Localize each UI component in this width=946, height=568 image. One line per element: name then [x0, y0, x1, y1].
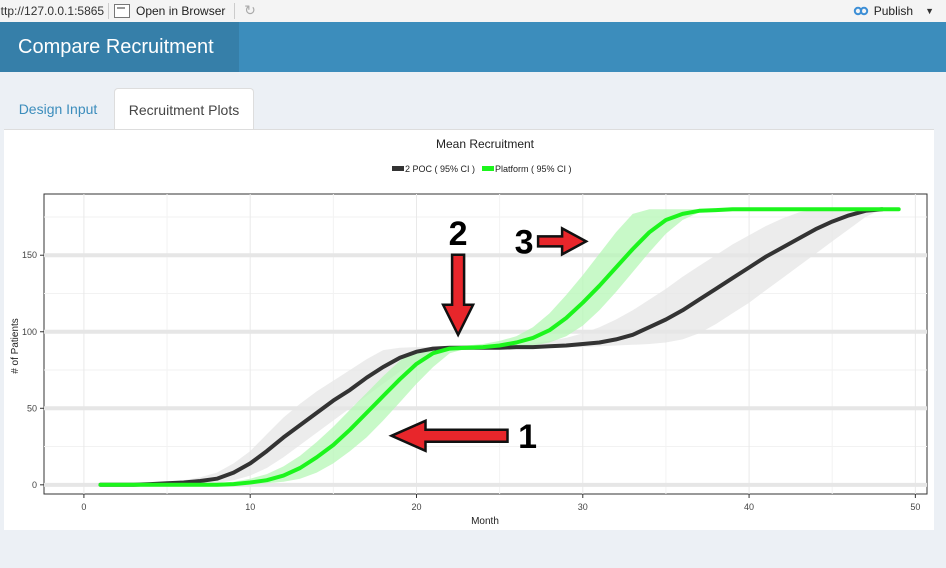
annotation-number-1: 1	[518, 418, 537, 456]
tab-design-input[interactable]: Design Input	[6, 88, 110, 130]
chart-legend: 2 POC ( 95% CI ) Platform ( 95% CI )	[392, 164, 572, 174]
y-axis-label: # of Patients	[10, 318, 21, 374]
legend-swatch-series-2	[482, 166, 494, 171]
app-header: Compare Recruitment	[0, 22, 946, 72]
x-tick-label: 40	[744, 502, 754, 512]
chevron-down-icon[interactable]: ▼	[925, 6, 934, 16]
y-tick-label: 0	[32, 480, 37, 490]
publish-icon	[853, 6, 868, 16]
url-text[interactable]: http://127.0.0.1:5865	[0, 4, 104, 18]
y-tick-label: 100	[22, 327, 37, 337]
x-tick-label: 30	[578, 502, 588, 512]
publish-label: Publish	[873, 4, 914, 18]
y-tick-label: 50	[27, 403, 37, 413]
recruitment-chart: Mean Recruitment 2 POC ( 95% CI ) Platfor…	[10, 137, 928, 527]
annotation-number-2: 2	[449, 215, 468, 253]
toolbar-divider	[108, 3, 109, 19]
annotation-number-3: 3	[515, 223, 534, 261]
x-tick-label: 20	[411, 502, 421, 512]
x-axis-label: Month	[471, 516, 499, 527]
publish-button[interactable]: Publish ▼	[853, 1, 934, 21]
browser-window-icon	[114, 4, 130, 18]
app-title: Compare Recruitment	[0, 22, 239, 72]
plot-panel: Mean Recruitment 2 POC ( 95% CI ) Platfor…	[4, 129, 934, 530]
y-tick-label: 150	[22, 250, 37, 260]
browser-toolbar: http://127.0.0.1:5865 Open in Browser ↻ …	[0, 0, 946, 23]
refresh-icon[interactable]: ↻	[242, 2, 258, 18]
legend-swatch-series-1	[392, 166, 404, 171]
open-in-browser-button[interactable]: Open in Browser	[114, 1, 225, 21]
x-tick-label: 50	[910, 502, 920, 512]
open-in-browser-label: Open in Browser	[136, 4, 226, 18]
x-tick-label: 10	[245, 502, 255, 512]
tab-bar: Design Input Recruitment Plots	[0, 88, 946, 130]
x-tick-label: 0	[81, 502, 86, 512]
legend-label-series-1: 2 POC ( 95% CI )	[405, 164, 475, 174]
toolbar-divider	[234, 3, 235, 19]
chart-title: Mean Recruitment	[436, 137, 535, 151]
tab-recruitment-plots[interactable]: Recruitment Plots	[114, 88, 254, 130]
legend-label-series-2: Platform ( 95% CI )	[495, 164, 572, 174]
